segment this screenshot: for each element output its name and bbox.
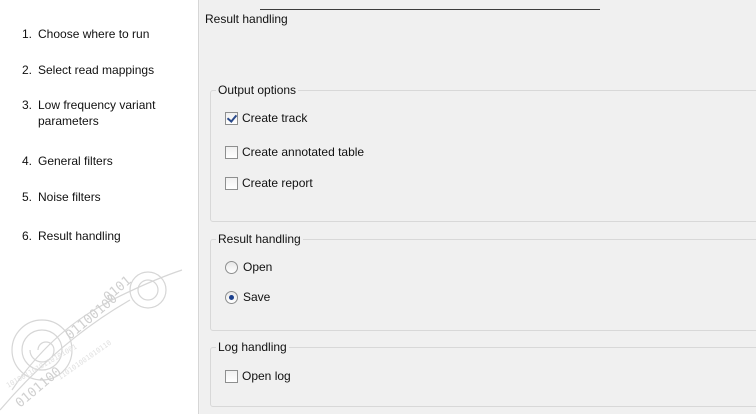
- create-annotated-table-label: Create annotated table: [242, 145, 365, 159]
- create-track-option[interactable]: Create track: [225, 110, 307, 126]
- open-option[interactable]: Open: [225, 259, 272, 275]
- wizard-page: Result handling Output options Create tr…: [200, 0, 756, 414]
- step-label: Noise filters: [38, 190, 101, 204]
- open-log-option[interactable]: Open log: [225, 368, 291, 384]
- group-title: Result handling: [216, 232, 303, 246]
- create-track-label: Create track: [242, 111, 308, 125]
- step-label: Select read mappings: [38, 63, 155, 77]
- open-log-label: Open log: [242, 369, 291, 383]
- step-label: General filters: [38, 154, 113, 168]
- step-number: 2.: [22, 63, 33, 77]
- step-number: 4.: [22, 154, 33, 168]
- create-track-checkbox[interactable]: [225, 111, 238, 125]
- step-number: 5.: [22, 190, 33, 204]
- binary-swirl-watermark: 01100100 0101 0101100 101001101011010100…: [0, 269, 183, 411]
- output-options-group: Output options Create track Create annot…: [210, 83, 756, 222]
- open-log-checkbox[interactable]: [225, 369, 238, 383]
- save-label: Save: [243, 290, 271, 304]
- page-title: Result handling: [205, 12, 288, 26]
- create-annotated-table-option[interactable]: Create annotated table: [225, 144, 364, 160]
- log-handling-group: Log handling Open log: [210, 340, 756, 407]
- result-handling-group: Result handling Open Save: [210, 232, 756, 331]
- step-number: 3.: [22, 98, 33, 112]
- steps-sidebar: 1. Choose where to run 2. Select read ma…: [0, 0, 198, 414]
- save-option[interactable]: Save: [225, 289, 270, 305]
- save-radio[interactable]: [225, 290, 238, 304]
- step-1[interactable]: 1. Choose where to run: [22, 26, 192, 42]
- step-3[interactable]: 3. Low frequency variant parameters: [22, 97, 192, 129]
- step-label: Choose where to run: [38, 27, 150, 41]
- create-report-label: Create report: [242, 176, 313, 190]
- step-2[interactable]: 2. Select read mappings: [22, 62, 192, 78]
- group-title: Output options: [216, 83, 299, 97]
- step-6[interactable]: 6. Result handling: [22, 228, 192, 244]
- step-number: 1.: [22, 27, 33, 41]
- step-5[interactable]: 5. Noise filters: [22, 189, 192, 205]
- create-annotated-table-checkbox[interactable]: [225, 145, 238, 159]
- top-rule: [260, 9, 600, 10]
- create-report-option[interactable]: Create report: [225, 175, 313, 191]
- create-report-checkbox[interactable]: [225, 176, 238, 190]
- open-label: Open: [243, 260, 273, 274]
- step-label: Low frequency variant parameters: [38, 98, 156, 128]
- step-label: Result handling: [38, 229, 121, 243]
- open-radio[interactable]: [225, 260, 238, 274]
- step-4[interactable]: 4. General filters: [22, 153, 192, 169]
- step-number: 6.: [22, 229, 33, 243]
- group-title: Log handling: [216, 340, 289, 354]
